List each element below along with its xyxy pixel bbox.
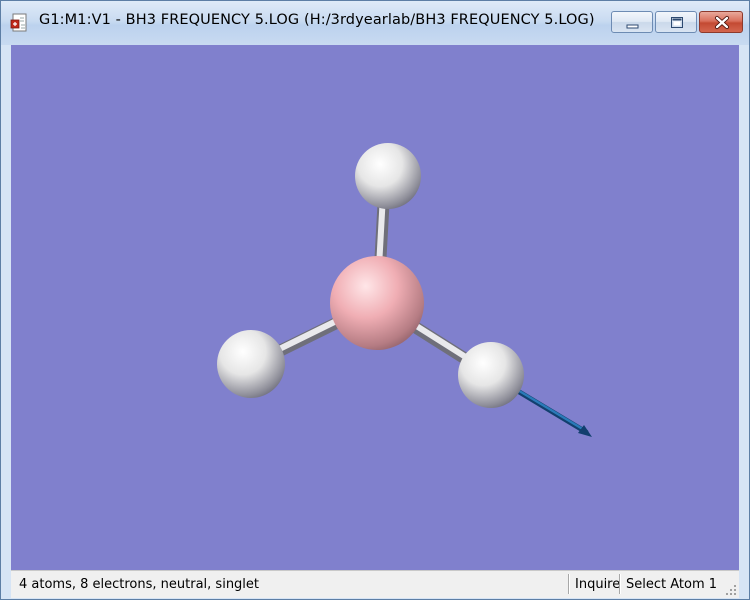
- maximize-icon: [671, 17, 683, 28]
- status-separator: [568, 574, 570, 594]
- gaussview-window: G1:M1:V1 - BH3 FREQUENCY 5.LOG (H:/3rdye…: [0, 0, 750, 600]
- window-title: G1:M1:V1 - BH3 FREQUENCY 5.LOG (H:/3rdye…: [39, 12, 595, 28]
- title-bar[interactable]: G1:M1:V1 - BH3 FREQUENCY 5.LOG (H:/3rdye…: [1, 1, 749, 45]
- molecule-viewport[interactable]: [11, 45, 739, 570]
- boron-atom[interactable]: [330, 256, 424, 350]
- hydrogen-atom-left[interactable]: [217, 330, 285, 398]
- action-indicator: Select Atom 1: [626, 577, 718, 592]
- mode-indicator: Inquire: [575, 577, 621, 592]
- minimize-icon: [626, 24, 639, 29]
- hydrogen-atom-right[interactable]: [458, 342, 524, 408]
- minimize-button[interactable]: [611, 11, 653, 33]
- status-separator: [619, 574, 621, 594]
- maximize-button[interactable]: [655, 11, 697, 33]
- hydrogen-atom-top[interactable]: [355, 143, 421, 209]
- resize-grip-icon[interactable]: [725, 584, 737, 596]
- molecule-canvas[interactable]: [11, 45, 739, 570]
- status-bar: 4 atoms, 8 electrons, neutral, singlet I…: [11, 570, 739, 598]
- close-button[interactable]: [699, 11, 743, 33]
- displacement-vector-arrow: [508, 384, 592, 437]
- close-icon: [715, 16, 729, 29]
- document-icon[interactable]: [10, 13, 30, 33]
- molecule-info-text: 4 atoms, 8 electrons, neutral, singlet: [19, 577, 260, 592]
